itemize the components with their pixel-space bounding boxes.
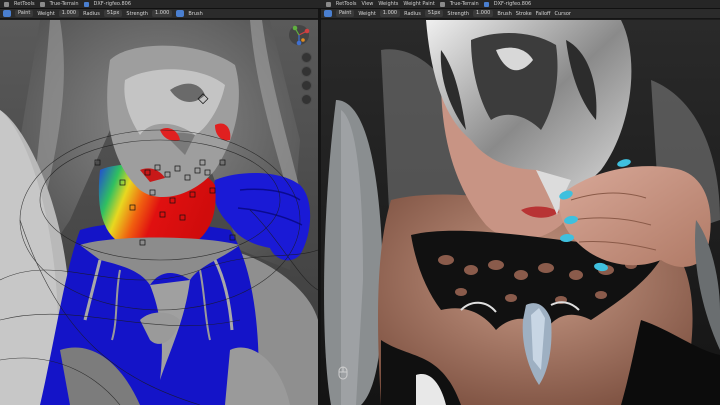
strength-label-right: Strength xyxy=(447,10,470,17)
pressure-toggle[interactable] xyxy=(176,10,185,17)
radius-label-right: Radius xyxy=(404,10,421,17)
editor-type-icon[interactable] xyxy=(4,1,9,7)
camera-icon[interactable] xyxy=(301,80,312,91)
left-header: RetTools True-Terrain DXF-rigfeo.806 xyxy=(0,0,319,8)
cursor-menu[interactable]: Cursor xyxy=(555,11,571,17)
header-menu-rettools-right[interactable]: RetTools xyxy=(336,1,357,7)
right-tool-settings: Paint Weight 1.000 Radius 51px Strength … xyxy=(321,9,720,19)
weight-label: Weight xyxy=(37,10,55,17)
header-object-name-right[interactable]: DXF-rigfeo.806 xyxy=(494,1,532,7)
radius-field-right[interactable]: 51px xyxy=(424,10,444,17)
brush-tool-icon[interactable] xyxy=(3,10,11,17)
hand-icon[interactable] xyxy=(301,66,312,77)
header-menu-true-terrain[interactable]: True-Terrain xyxy=(50,1,79,7)
header-object-name[interactable]: DXF-rigfeo.806 xyxy=(94,1,132,7)
weight-paint-viewport[interactable] xyxy=(0,20,318,405)
zoom-icon[interactable] xyxy=(301,52,312,63)
render-viewport[interactable] xyxy=(321,20,720,405)
gizmo-icon[interactable] xyxy=(288,24,310,46)
terrain-icon[interactable] xyxy=(39,1,45,7)
right-header: RetTools View Weights Weight Paint True-… xyxy=(322,0,720,8)
header-menu-rettools[interactable]: RetTools xyxy=(14,1,35,7)
editor-header-bar: RetTools True-Terrain DXF-rigfeo.806 Ret… xyxy=(0,0,720,9)
radius-field[interactable]: 51px xyxy=(103,10,123,17)
strength-label: Strength xyxy=(126,10,149,17)
falloff-menu[interactable]: Falloff xyxy=(536,11,551,17)
header-mode-weight-paint[interactable]: Weight Paint xyxy=(403,1,434,7)
radius-label: Radius xyxy=(83,10,100,17)
header-menu-true-terrain-right[interactable]: True-Terrain xyxy=(450,1,479,7)
header-menu-weights[interactable]: Weights xyxy=(378,1,398,7)
rendered-scene xyxy=(321,20,720,405)
paint-mode-select[interactable]: Paint xyxy=(15,10,34,17)
terrain-icon-right[interactable] xyxy=(439,1,445,7)
object-icon-right[interactable] xyxy=(483,1,489,7)
brush-menu-right[interactable]: Brush xyxy=(497,11,511,17)
weight-field-right[interactable]: 1.000 xyxy=(379,10,401,17)
left-tool-settings: Paint Weight 1.000 Radius 51px Strength … xyxy=(0,9,318,19)
object-icon[interactable] xyxy=(83,1,89,7)
stroke-menu[interactable]: Stroke xyxy=(516,11,532,17)
grid-icon[interactable] xyxy=(301,94,312,105)
editor-type-icon-right[interactable] xyxy=(325,1,331,7)
weight-label-right: Weight xyxy=(358,10,376,17)
weight-paint-render xyxy=(0,20,318,405)
mouse-icon xyxy=(338,366,348,380)
paint-mode-select-right[interactable]: Paint xyxy=(336,10,355,17)
strength-field[interactable]: 1.000 xyxy=(152,10,173,17)
header-menu-view[interactable]: View xyxy=(362,1,374,7)
brush-tool-icon-right[interactable] xyxy=(324,10,332,17)
brush-menu[interactable]: Brush xyxy=(188,11,202,17)
strength-field-right[interactable]: 1.000 xyxy=(473,10,494,17)
viewport-navigation xyxy=(301,52,312,105)
weight-field[interactable]: 1.000 xyxy=(58,10,80,17)
